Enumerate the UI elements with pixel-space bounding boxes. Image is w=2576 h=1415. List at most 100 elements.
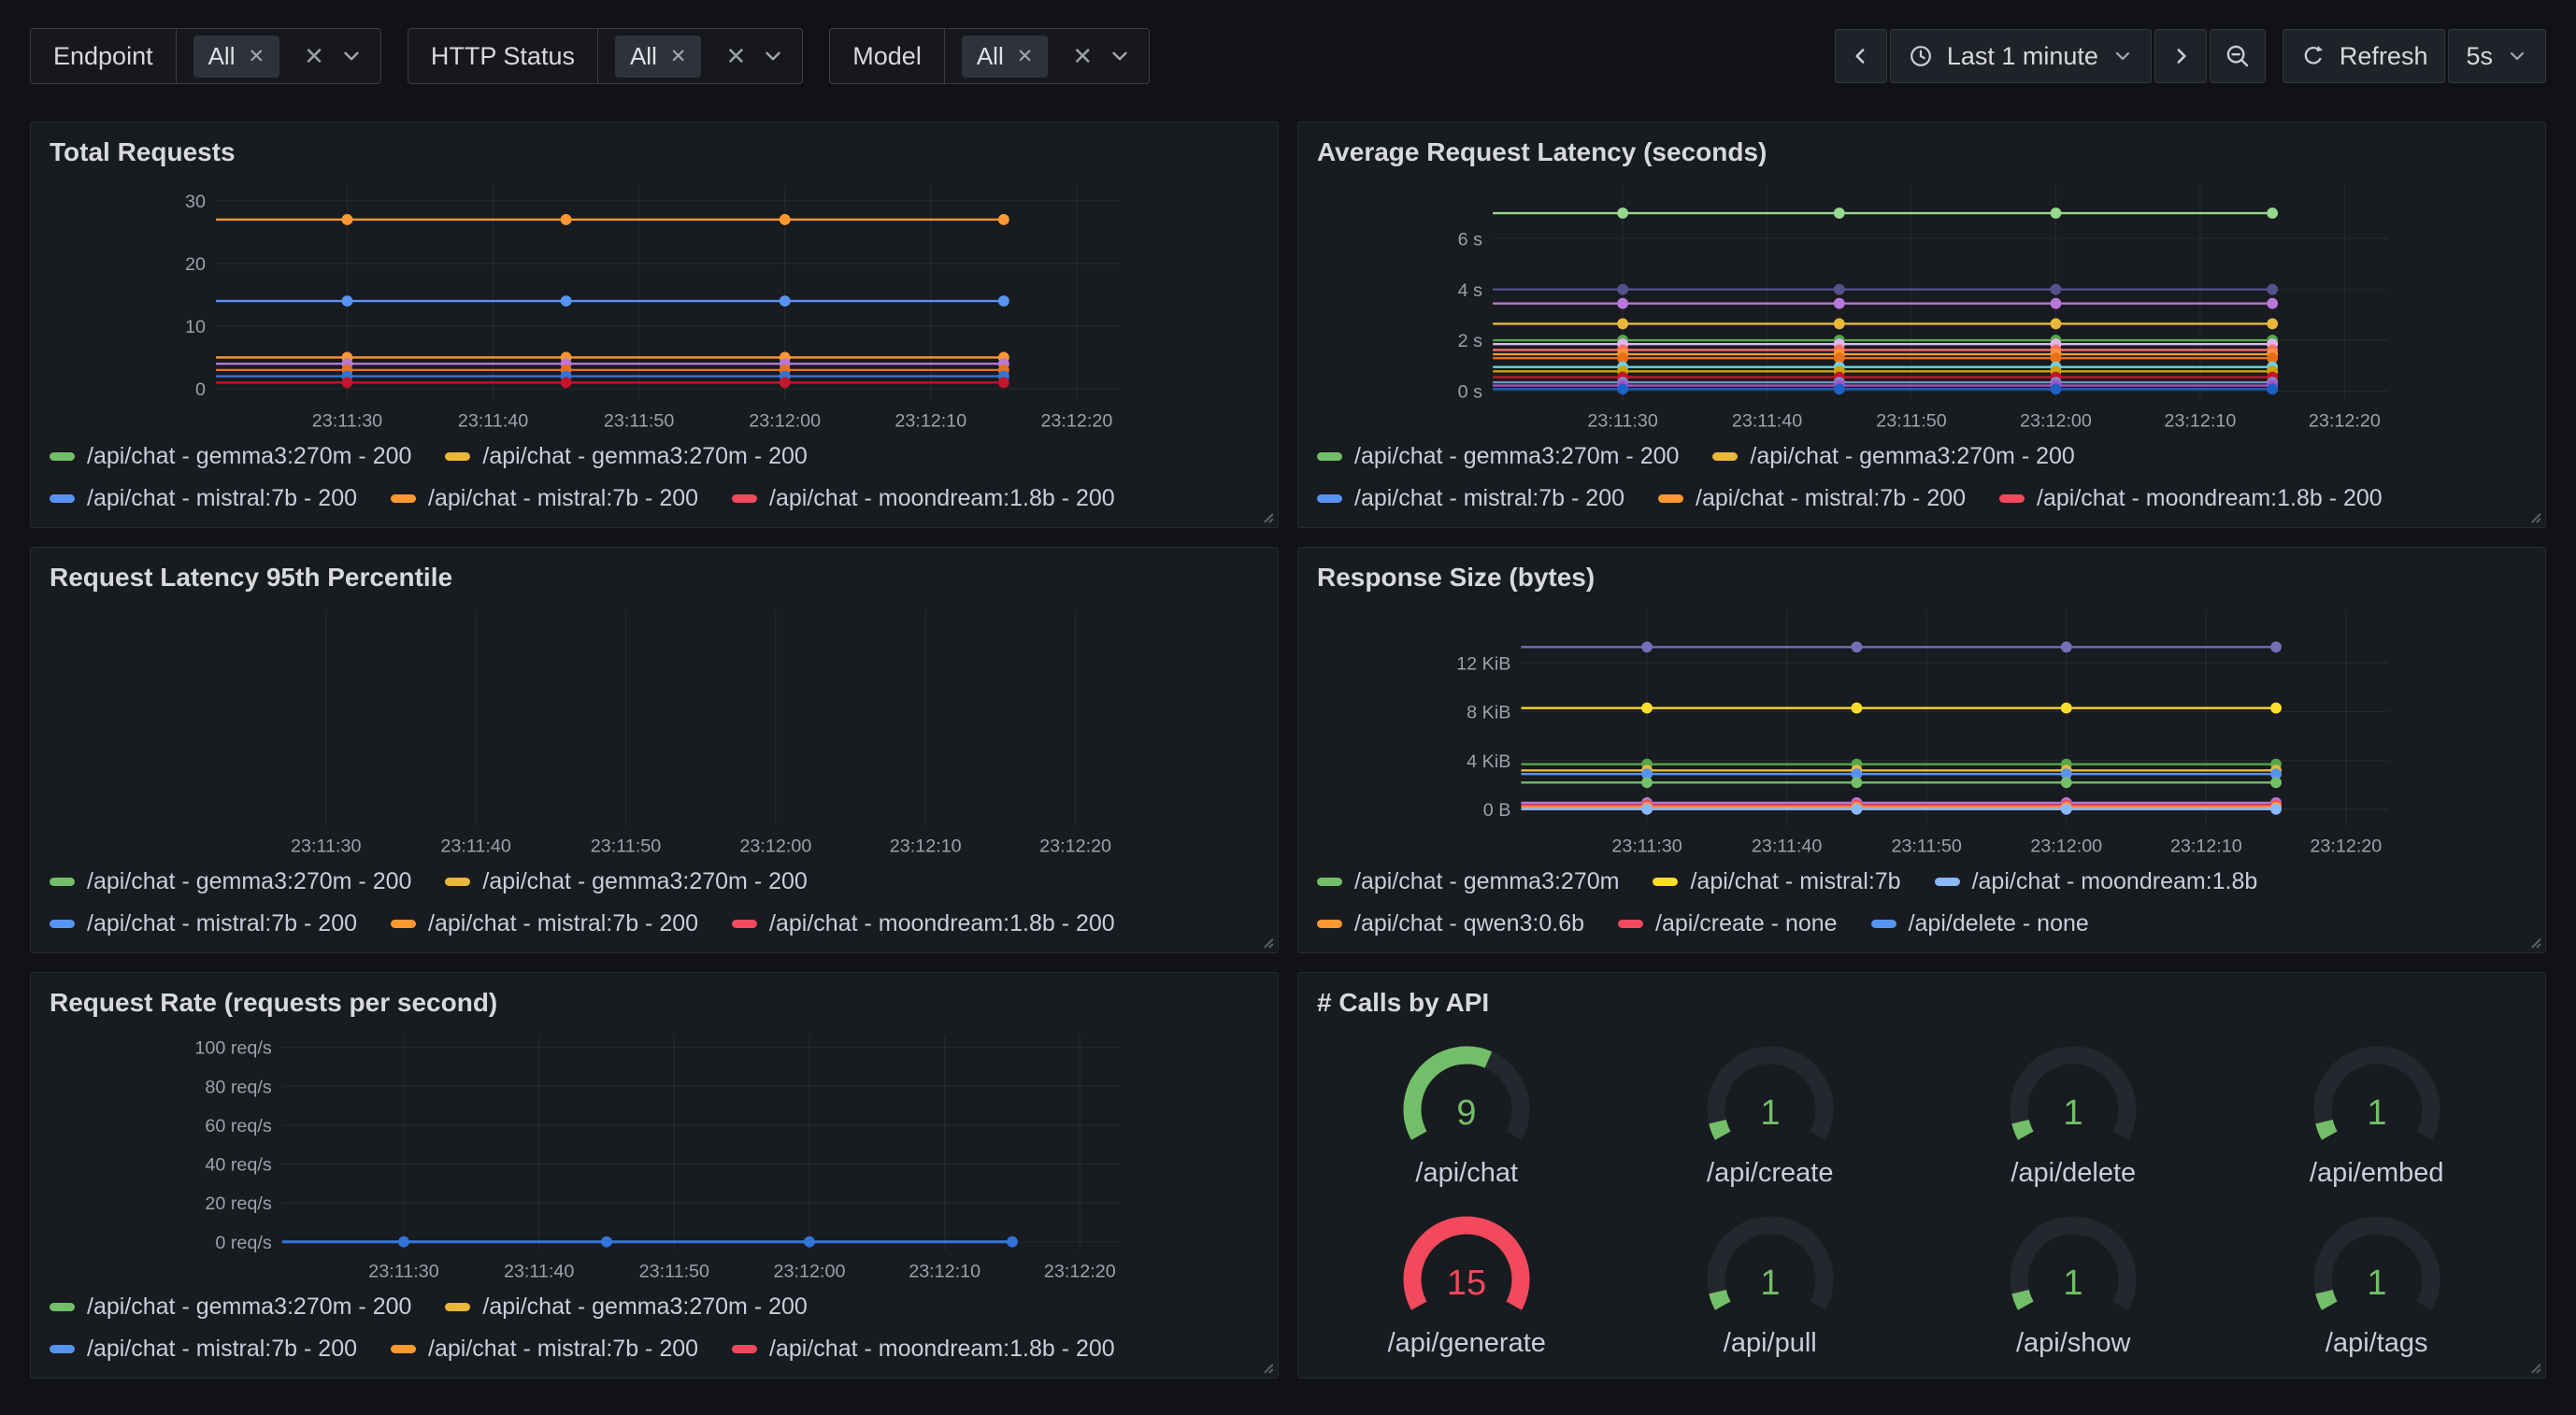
legend-item[interactable]: /api/chat - mistral:7b - 200: [1317, 485, 1624, 512]
series-point: [2061, 777, 2072, 788]
legend-row: /api/chat - gemma3:270m - 200/api/chat -…: [50, 443, 1259, 470]
panel-title[interactable]: # Calls by API: [1315, 982, 2528, 1025]
legend-color-pill: [1317, 920, 1342, 928]
chevron-down-icon[interactable]: [761, 44, 785, 68]
legend: /api/chat - gemma3:270m - 200/api/chat -…: [48, 861, 1261, 941]
legend-item[interactable]: /api/chat - moondream:1.8b - 200: [1999, 485, 2383, 512]
filter-value-model[interactable]: All ✕ ✕: [945, 29, 1149, 83]
gauge-api-tags: 1/api/tags: [2283, 1203, 2470, 1359]
legend-row: /api/chat - gemma3:270m - 200/api/chat -…: [1317, 443, 2526, 470]
legend-label: /api/chat - gemma3:270m - 200: [87, 443, 411, 470]
legend-color-pill: [1935, 878, 1960, 886]
timeseries-chart[interactable]: 23:11:3023:11:4023:11:5023:12:0023:12:10…: [48, 600, 1261, 861]
timeseries-chart[interactable]: 23:11:3023:11:4023:11:5023:12:0023:12:10…: [48, 175, 1261, 436]
series-point: [342, 377, 353, 388]
refresh-label: Refresh: [2340, 42, 2428, 71]
time-shift-back-button[interactable]: [1835, 29, 1887, 83]
gauge-value: 1: [1760, 1093, 1780, 1133]
legend-item[interactable]: /api/chat - moondream:1.8b - 200: [732, 485, 1115, 512]
legend-item[interactable]: /api/chat - mistral:7b - 200: [391, 485, 698, 512]
series-point: [780, 214, 791, 225]
legend-item[interactable]: /api/chat - moondream:1.8b - 200: [732, 910, 1115, 937]
x-axis-tick-label: 23:11:50: [639, 1262, 709, 1282]
refresh-interval-button[interactable]: 5s: [2448, 29, 2546, 83]
legend-row: /api/chat - mistral:7b - 200/api/chat - …: [50, 485, 1259, 512]
legend-item[interactable]: /api/chat - gemma3:270m - 200: [445, 868, 807, 895]
chip-remove-icon[interactable]: ✕: [249, 45, 265, 68]
legend-item[interactable]: /api/chat - mistral:7b - 200: [50, 910, 357, 937]
panel-title[interactable]: Request Latency 95th Percentile: [48, 557, 1261, 600]
resize-handle[interactable]: [2525, 507, 2541, 523]
chevron-down-icon: [2506, 45, 2528, 67]
resize-handle[interactable]: [1257, 507, 1274, 523]
legend-item[interactable]: /api/chat - gemma3:270m - 200: [1712, 443, 2074, 470]
legend-item[interactable]: /api/chat - gemma3:270m - 200: [445, 443, 807, 470]
refresh-button[interactable]: Refresh: [2283, 29, 2446, 83]
chevron-down-icon[interactable]: [339, 44, 364, 68]
panel-title[interactable]: Average Request Latency (seconds): [1315, 132, 2528, 175]
legend-item[interactable]: /api/chat - mistral:7b - 200: [50, 1336, 357, 1363]
legend-color-pill: [1317, 878, 1342, 886]
legend-row: /api/chat - mistral:7b - 200/api/chat - …: [50, 1336, 1259, 1363]
gauge-value: 1: [2064, 1264, 2083, 1303]
legend: /api/chat - gemma3:270m/api/chat - mistr…: [1315, 861, 2528, 941]
legend-item[interactable]: /api/chat - mistral:7b - 200: [50, 485, 357, 512]
legend-item[interactable]: /api/chat - gemma3:270m - 200: [50, 443, 411, 470]
legend-item[interactable]: /api/chat - mistral:7b - 200: [1658, 485, 1966, 512]
time-range-picker-button[interactable]: Last 1 minute: [1890, 29, 2152, 83]
gauge-value-arc: [2021, 1292, 2026, 1306]
legend-item[interactable]: /api/chat - gemma3:270m - 200: [50, 1294, 411, 1321]
legend-item[interactable]: /api/chat - gemma3:270m - 200: [445, 1294, 807, 1321]
filter-label-http-status[interactable]: HTTP Status: [408, 29, 598, 83]
legend-color-pill: [1658, 494, 1683, 503]
panel-title[interactable]: Request Rate (requests per second): [48, 982, 1261, 1025]
legend-label: /api/chat - mistral:7b - 200: [1696, 485, 1966, 512]
resize-handle[interactable]: [2525, 1357, 2541, 1374]
legend-label: /api/delete - none: [1909, 910, 2089, 937]
chevron-down-icon[interactable]: [1108, 44, 1132, 68]
filter-label-model[interactable]: Model: [830, 29, 945, 83]
x-axis-tick-label: 23:11:30: [312, 411, 382, 432]
filter-chip[interactable]: All ✕: [962, 36, 1049, 78]
legend-item[interactable]: /api/delete - none: [1871, 910, 2089, 937]
resize-handle[interactable]: [2525, 932, 2541, 949]
filter-label-endpoint[interactable]: Endpoint: [31, 29, 177, 83]
filter-value-endpoint[interactable]: All ✕ ✕: [177, 29, 380, 83]
legend-item[interactable]: /api/chat - gemma3:270m: [1317, 868, 1619, 895]
timeseries-chart[interactable]: 23:11:3023:11:4023:11:5023:12:0023:12:10…: [1315, 600, 2528, 861]
y-axis-tick-label: 0 B: [1483, 800, 1511, 821]
panel-title[interactable]: Response Size (bytes): [1315, 557, 2528, 600]
timeseries-chart[interactable]: 23:11:3023:11:4023:11:5023:12:0023:12:10…: [1315, 175, 2528, 436]
time-shift-forward-button[interactable]: [2154, 29, 2207, 83]
legend-item[interactable]: /api/chat - mistral:7b: [1653, 868, 1900, 895]
filter-chip[interactable]: All ✕: [193, 36, 280, 78]
filter-chip[interactable]: All ✕: [615, 36, 702, 78]
x-axis-tick-label: 23:11:40: [504, 1262, 574, 1282]
legend-item[interactable]: /api/chat - mistral:7b - 200: [391, 1336, 698, 1363]
clear-selection-icon[interactable]: ✕: [725, 42, 746, 71]
filter-value-http-status[interactable]: All ✕ ✕: [598, 29, 802, 83]
clear-selection-icon[interactable]: ✕: [1072, 42, 1093, 71]
legend-item[interactable]: /api/chat - gemma3:270m - 200: [1317, 443, 1679, 470]
chip-remove-icon[interactable]: ✕: [1017, 45, 1034, 68]
timeseries-chart[interactable]: 23:11:3023:11:4023:11:5023:12:0023:12:10…: [48, 1025, 1261, 1286]
legend-item[interactable]: /api/chat - mistral:7b - 200: [391, 910, 698, 937]
chip-remove-icon[interactable]: ✕: [670, 45, 687, 68]
legend-item[interactable]: /api/chat - gemma3:270m - 200: [50, 868, 411, 895]
legend-item[interactable]: /api/chat - moondream:1.8b - 200: [732, 1336, 1115, 1363]
chip-label: All: [208, 42, 236, 71]
legend-item[interactable]: /api/chat - qwen3:0.6b: [1317, 910, 1584, 937]
chevron-right-icon: [2168, 44, 2193, 68]
y-axis-tick-label: 100 req/s: [194, 1038, 271, 1059]
resize-handle[interactable]: [1257, 932, 1274, 949]
legend-color-pill: [1999, 494, 2025, 503]
clear-selection-icon[interactable]: ✕: [304, 42, 324, 71]
legend-item[interactable]: /api/chat - moondream:1.8b: [1935, 868, 2258, 895]
gauge-api-chat: 9/api/chat: [1373, 1033, 1560, 1189]
zoom-out-button[interactable]: [2210, 29, 2266, 83]
panel-title[interactable]: Total Requests: [48, 132, 1261, 175]
panel-calls-by-api: # Calls by API 9/api/chat1/api/create1/a…: [1297, 972, 2546, 1379]
resize-handle[interactable]: [1257, 1357, 1274, 1374]
legend-row: /api/chat - mistral:7b - 200/api/chat - …: [1317, 485, 2526, 512]
legend-item[interactable]: /api/create - none: [1618, 910, 1838, 937]
